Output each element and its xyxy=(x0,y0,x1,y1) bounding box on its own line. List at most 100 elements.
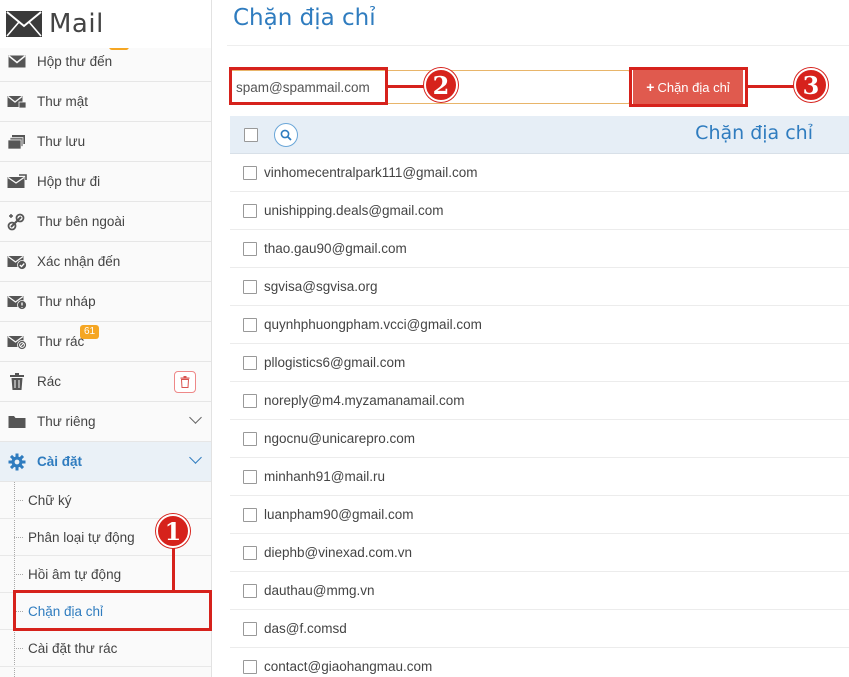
sidebar-item-trash[interactable]: Rác xyxy=(0,362,211,402)
sidebar-item-settings[interactable]: Cài đặt xyxy=(0,442,211,482)
table-row[interactable]: dauthau@mmg.vn xyxy=(230,572,849,610)
search-icon xyxy=(280,129,292,141)
sidebar: Hộp thư đến Thư mật Thư lưu Hộp thư đi T… xyxy=(0,0,212,677)
highlight-box-3 xyxy=(629,67,748,107)
highlight-box-1 xyxy=(13,590,212,631)
column-header-blocked[interactable]: Chặn địa chỉ xyxy=(695,122,813,144)
row-checkbox[interactable] xyxy=(243,469,257,484)
envelope-icon xyxy=(7,53,27,71)
table-row[interactable]: das@f.comsd xyxy=(230,610,849,648)
blocked-email: sgvisa@sgvisa.org xyxy=(264,279,378,294)
app-logo[interactable]: Mail xyxy=(0,0,211,48)
table-row[interactable]: luanpham90@gmail.com xyxy=(230,496,849,534)
app-title: Mail xyxy=(49,9,104,39)
delete-icon xyxy=(180,376,190,388)
step-marker-2: 2 xyxy=(424,68,458,102)
blocked-email: dauthau@mmg.vn xyxy=(264,583,375,598)
row-checkbox[interactable] xyxy=(243,317,257,332)
blocked-email: vinhomecentralpark111@gmail.com xyxy=(264,165,478,180)
table-row[interactable]: contact@giaohangmau.com xyxy=(230,648,849,677)
table-row[interactable]: vinhomecentralpark111@gmail.com xyxy=(230,154,849,192)
blocked-email: ngocnu@unicarepro.com xyxy=(264,431,416,446)
sidebar-item-label: Thư riêng xyxy=(37,414,96,429)
table-row[interactable]: unishipping.deals@gmail.com xyxy=(230,192,849,230)
step-marker-3: 3 xyxy=(794,68,828,102)
trash-icon xyxy=(7,372,27,391)
sidebar-item-label: Thư bên ngoài xyxy=(37,214,125,229)
sidebar-item-external[interactable]: Thư bên ngoài xyxy=(0,202,211,242)
row-checkbox[interactable] xyxy=(243,279,257,294)
row-checkbox[interactable] xyxy=(243,165,257,180)
sidebar-menu: Hộp thư đến Thư mật Thư lưu Hộp thư đi T… xyxy=(0,40,211,482)
row-checkbox[interactable] xyxy=(243,431,257,446)
sidebar-item-private[interactable]: Thư riêng xyxy=(0,402,211,442)
table-row[interactable]: pllogistics6@gmail.com xyxy=(230,344,849,382)
connector-line-1 xyxy=(172,544,175,591)
sidebar-item-label: Xác nhận đến xyxy=(37,254,121,269)
sidebar-item-label: Cài đặt xyxy=(37,454,83,469)
table-row[interactable]: ngocnu@unicarepro.com xyxy=(230,420,849,458)
blocked-email: pllogistics6@gmail.com xyxy=(264,355,406,370)
row-checkbox[interactable] xyxy=(243,507,257,522)
row-checkbox[interactable] xyxy=(243,203,257,218)
select-all-checkbox[interactable] xyxy=(244,128,258,142)
step-marker-1: 1 xyxy=(156,514,190,548)
spam-count-badge: 61 xyxy=(80,325,100,339)
blocked-email: luanpham90@gmail.com xyxy=(264,507,414,522)
table-row[interactable]: minhanh91@mail.ru xyxy=(230,458,849,496)
row-checkbox[interactable] xyxy=(243,355,257,370)
sidebar-item-drafts[interactable]: Thư nháp xyxy=(0,282,211,322)
row-checkbox[interactable] xyxy=(243,545,257,560)
sidebar-item-label: Hộp thư đến xyxy=(37,54,113,69)
row-checkbox[interactable] xyxy=(243,659,257,674)
outbox-icon xyxy=(7,173,27,191)
page-title: Chặn địa chỉ xyxy=(233,5,376,31)
submenu-item-spam-settings[interactable]: Cài đặt thư rác xyxy=(0,630,211,667)
row-checkbox[interactable] xyxy=(243,241,257,256)
chevron-down-icon[interactable] xyxy=(189,411,202,424)
table-row[interactable]: noreply@m4.myzamanamail.com xyxy=(230,382,849,420)
sidebar-item-label: Thư rác xyxy=(37,334,85,349)
settings-submenu: Chữ ký Phân loại tự động Hồi âm tự động … xyxy=(0,482,211,677)
blocked-email: unishipping.deals@gmail.com xyxy=(264,203,444,218)
sidebar-item-archive[interactable]: Thư lưu xyxy=(0,122,211,162)
table-row[interactable]: thao.gau90@gmail.com xyxy=(230,230,849,268)
sidebar-item-inbox[interactable]: Hộp thư đến xyxy=(0,40,211,82)
sidebar-item-outbox[interactable]: Hộp thư đi xyxy=(0,162,211,202)
blocked-email: thao.gau90@gmail.com xyxy=(264,241,407,256)
table-row[interactable]: quynhphuongpham.vcci@gmail.com xyxy=(230,306,849,344)
blocked-email: minhanh91@mail.ru xyxy=(264,469,386,484)
row-checkbox[interactable] xyxy=(243,393,257,408)
blocked-email: das@f.comsd xyxy=(264,621,347,636)
sidebar-item-label: Thư lưu xyxy=(37,134,86,149)
link-icon xyxy=(7,213,27,231)
empty-trash-button[interactable] xyxy=(174,371,196,393)
archive-icon xyxy=(7,133,27,151)
mail-check-icon xyxy=(7,253,27,271)
highlight-box-2 xyxy=(229,67,388,105)
sidebar-item-label: Rác xyxy=(37,374,62,389)
connector-line-3 xyxy=(748,85,796,88)
folder-icon xyxy=(7,413,27,431)
mail-logo-icon xyxy=(6,11,42,37)
search-button[interactable] xyxy=(274,123,298,147)
sidebar-item-confirm[interactable]: Xác nhận đến xyxy=(0,242,211,282)
sidebar-item-secret[interactable]: Thư mật xyxy=(0,82,211,122)
chevron-down-icon[interactable] xyxy=(189,451,202,464)
table-header: Chặn địa chỉ xyxy=(230,116,849,154)
blocked-email: noreply@m4.myzamanamail.com xyxy=(264,393,465,408)
connector-line-2 xyxy=(388,85,426,88)
blocked-email: contact@giaohangmau.com xyxy=(264,659,433,674)
blocked-email: diephb@vinexad.com.vn xyxy=(264,545,413,560)
mail-alert-icon xyxy=(7,293,27,311)
row-checkbox[interactable] xyxy=(243,621,257,636)
table-row[interactable]: diephb@vinexad.com.vn xyxy=(230,534,849,572)
divider xyxy=(227,45,849,46)
sidebar-item-label: Thư nháp xyxy=(37,294,96,309)
table-row[interactable]: sgvisa@sgvisa.org xyxy=(230,268,849,306)
submenu-item-signature[interactable]: Chữ ký xyxy=(0,482,211,519)
sidebar-item-spam[interactable]: Thư rác 61 xyxy=(0,322,211,362)
submenu-item-auto-reply[interactable]: Hồi âm tự động xyxy=(0,556,211,593)
row-checkbox[interactable] xyxy=(243,583,257,598)
sidebar-item-label: Thư mật xyxy=(37,94,89,109)
